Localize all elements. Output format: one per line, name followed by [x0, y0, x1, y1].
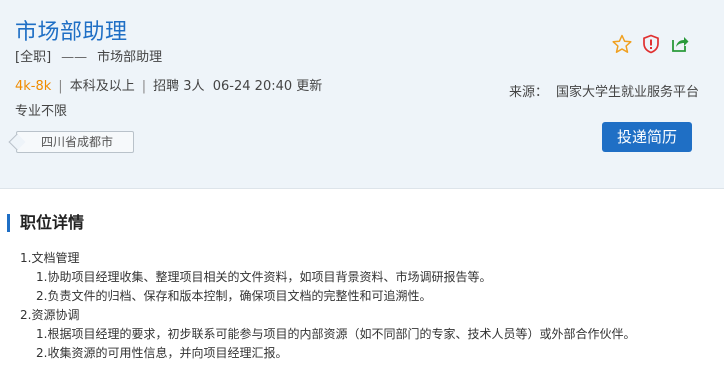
tag-notch [8, 133, 26, 151]
dash-separator: —— [61, 50, 88, 65]
location-text: 四川省成都市 [41, 135, 114, 149]
job-category: 市场部助理 [97, 50, 163, 65]
job-header: 市场部助理 [全职] —— 市场部助理 4k-8k | 本科及以上 | 招聘 3人 06-2… [0, 0, 724, 189]
education: 本科及以上 [69, 79, 135, 94]
description-line: 2.资源协调 [20, 308, 80, 322]
job-meta: 4k-8k | 本科及以上 | 招聘 3人 06-24 20:40 更新 [15, 75, 322, 94]
section-title: 职位详情 [7, 214, 84, 232]
major-requirement: 专业不限 [15, 104, 68, 119]
job-subline: [全职] —— 市场部助理 [15, 46, 162, 65]
description-line: 1.根据项目经理的要求，初步联系可能参与项目的内部资源（如不同部门的专家、技术人… [36, 327, 636, 341]
source-label: 来源： [509, 85, 549, 100]
update-time: 06-24 20:40 更新 [212, 79, 323, 94]
warning-shield-icon[interactable] [641, 34, 661, 54]
source-name: 国家大学生就业服务平台 [556, 85, 700, 100]
apply-button[interactable]: 投递简历 [602, 122, 692, 152]
star-icon[interactable] [612, 34, 632, 54]
share-icon[interactable] [670, 34, 690, 54]
location-tag: 四川省成都市 [8, 131, 135, 153]
job-title: 市场部助理 [15, 20, 128, 45]
description-line: 1.文档管理 [20, 251, 80, 265]
hiring-count: 招聘 3人 [153, 79, 205, 94]
job-type: [全职] [15, 50, 52, 65]
meta-separator: | [58, 79, 63, 94]
job-source: 来源： 国家大学生就业服务平台 [509, 81, 699, 100]
description-line: 1.协助项目经理收集、整理项目相关的文件资料，如项目背景资料、市场调研报告等。 [36, 270, 492, 284]
description-line: 2.负责文件的归档、保存和版本控制，确保项目文档的完整性和可追溯性。 [36, 289, 432, 303]
job-description: 1.文档管理 1.协助项目经理收集、整理项目相关的文件资料，如项目背景资料、市场… [20, 249, 710, 363]
salary: 4k-8k [15, 79, 52, 94]
description-line: 2.收集资源的可用性信息，并向项目经理汇报。 [36, 346, 288, 360]
meta-separator: | [141, 79, 147, 94]
job-actions [612, 34, 690, 54]
